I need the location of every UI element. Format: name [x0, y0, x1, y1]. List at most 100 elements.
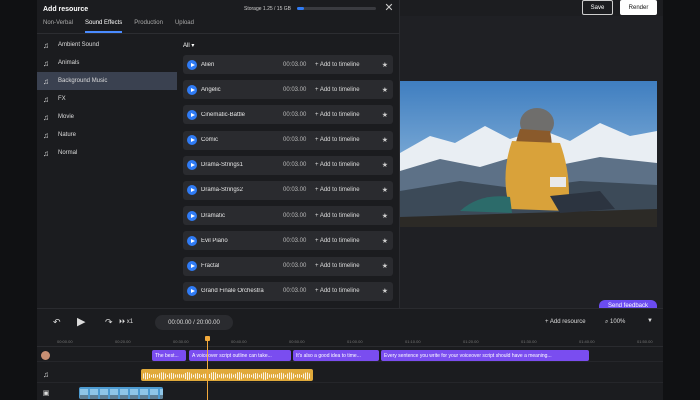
waveform-bar: [143, 373, 144, 379]
zoom-control[interactable]: ⌕ 100%: [605, 319, 625, 326]
track-name: Evil Piano: [201, 237, 228, 244]
category-item[interactable]: ♫ Movie: [37, 108, 177, 126]
chevron-down-icon: ▾: [191, 43, 195, 49]
waveform-bar: [261, 373, 262, 379]
play-icon[interactable]: [187, 185, 197, 196]
timeline-controls: ↶ ▶ ↷ ⏵⏵ x1 00:00.00 / 20:00.00 + Add re…: [37, 309, 663, 337]
waveform-bar: [233, 374, 234, 378]
star-icon[interactable]: ★: [382, 212, 388, 220]
star-icon[interactable]: ★: [382, 161, 388, 169]
waveform-bar: [153, 374, 154, 378]
track-row[interactable]: Drama-Strings2 00:03.00 + Add to timeline ★: [183, 180, 393, 200]
star-icon[interactable]: ★: [382, 262, 388, 270]
add-to-timeline-button[interactable]: + Add to timeline: [315, 162, 385, 168]
frame-left: [0, 0, 37, 400]
waveform-bar: [163, 372, 164, 380]
play-icon[interactable]: [187, 235, 197, 246]
track-row[interactable]: Angelic 00:03.00 + Add to timeline ★: [183, 80, 393, 100]
add-to-timeline-button[interactable]: + Add to timeline: [315, 213, 385, 219]
save-button[interactable]: Save: [582, 0, 613, 15]
play-icon[interactable]: [187, 210, 197, 221]
play-icon[interactable]: [187, 135, 197, 146]
waveform-bar: [235, 373, 236, 379]
waveform-bar: [151, 374, 152, 378]
star-icon[interactable]: ★: [382, 186, 388, 194]
category-item[interactable]: ♫ Ambient Sound: [37, 36, 177, 54]
category-item[interactable]: ♫ Normal: [37, 144, 177, 162]
audio-clip[interactable]: [141, 369, 313, 381]
star-icon[interactable]: ★: [382, 136, 388, 144]
star-icon[interactable]: ★: [382, 237, 388, 245]
video-thumbnail-ground: [80, 395, 88, 399]
speed-label: x1: [126, 319, 134, 325]
star-icon[interactable]: ★: [382, 111, 388, 119]
waveform-bar: [247, 373, 248, 379]
timeline-ruler[interactable]: 00:00.00 00:20.00 00:30.00 00:40.00 00:50.00…: [37, 337, 663, 347]
music-note-icon: ♫: [43, 370, 49, 379]
play-icon[interactable]: [187, 109, 197, 120]
track-row[interactable]: Evil Piano 00:03.00 + Add to timeline ★: [183, 231, 393, 251]
close-icon[interactable]: ✕: [383, 2, 395, 14]
play-icon[interactable]: [187, 59, 197, 70]
chevron-down-icon[interactable]: ▼: [647, 318, 653, 324]
play-icon[interactable]: ▶: [77, 315, 85, 328]
undo-icon[interactable]: ↶: [53, 317, 61, 328]
add-to-timeline-button[interactable]: + Add to timeline: [315, 187, 385, 193]
add-to-timeline-button[interactable]: + Add to timeline: [315, 112, 385, 118]
tab-production[interactable]: Production: [134, 20, 163, 33]
track-row[interactable]: Fractal 00:03.00 + Add to timeline ★: [183, 256, 393, 276]
redo-icon[interactable]: ↷: [105, 317, 113, 328]
video-clip[interactable]: [79, 387, 163, 399]
track-row[interactable]: Dramatic 00:03.00 + Add to timeline ★: [183, 206, 393, 226]
playhead-handle[interactable]: [205, 336, 210, 341]
star-icon[interactable]: ★: [382, 287, 388, 295]
track-duration: 00:03.00: [283, 162, 307, 169]
add-to-timeline-button[interactable]: + Add to timeline: [315, 263, 385, 269]
category-item-active[interactable]: ♫ Background Music: [37, 72, 177, 90]
waveform-bar: [299, 374, 300, 378]
add-to-timeline-button[interactable]: + Add to timeline: [315, 62, 385, 68]
render-button[interactable]: Render: [620, 0, 657, 15]
waveform-bar: [271, 374, 272, 378]
add-to-timeline-button[interactable]: + Add to timeline: [315, 137, 385, 143]
track-duration: 00:03.00: [283, 263, 307, 269]
star-icon[interactable]: ★: [382, 86, 388, 94]
voiceover-clip[interactable]: It's also a good idea to time...: [293, 350, 379, 361]
tab-non-verbal[interactable]: Non-Verbal: [43, 20, 73, 33]
play-icon[interactable]: [187, 160, 197, 171]
waveform-bar: [221, 373, 222, 379]
play-icon[interactable]: [187, 261, 197, 271]
track-row[interactable]: Grand Finale Orchestra 00:03.00 + Add to t…: [183, 281, 393, 301]
add-to-timeline-button[interactable]: + Add to timeline: [315, 238, 385, 244]
category-item[interactable]: ♫ FX: [37, 90, 177, 108]
waveform-bar: [229, 373, 230, 379]
track-row[interactable]: Comic 00:03.00 + Add to timeline ★: [183, 130, 393, 150]
track-duration: 00:03.00: [283, 212, 307, 219]
voiceover-clip[interactable]: A voiceover script outline can take...: [189, 350, 291, 361]
add-to-timeline-button[interactable]: + Add to timeline: [315, 87, 385, 93]
track-row[interactable]: Alien 00:03.00 + Add to timeline ★: [183, 55, 393, 74]
play-icon[interactable]: [187, 286, 197, 297]
star-icon[interactable]: ★: [382, 61, 388, 69]
waveform-bar: [155, 374, 156, 378]
track-name: Dramatic: [201, 212, 226, 219]
add-to-timeline-button[interactable]: + Add to timeline: [315, 288, 385, 294]
play-icon[interactable]: [187, 84, 197, 95]
speed-control[interactable]: ⏵⏵ x1: [119, 319, 133, 326]
category-item[interactable]: ♫ Animals: [37, 54, 177, 72]
tab-sound-effects[interactable]: Sound Effects: [85, 20, 123, 33]
filter-dropdown[interactable]: All ▾: [183, 42, 194, 49]
waveform-bar: [309, 373, 310, 379]
video-thumbnail-ground: [150, 395, 158, 399]
track-name: Fractal: [201, 263, 220, 269]
tab-upload[interactable]: Upload: [175, 20, 194, 33]
voiceover-clip[interactable]: Every sentence you write for your voiceo…: [381, 350, 589, 361]
video-preview[interactable]: [400, 81, 657, 227]
track-row[interactable]: Drama-Strings1 00:03.00 + Add to timeline ★: [183, 155, 393, 175]
playhead[interactable]: [207, 337, 208, 400]
add-resource-button[interactable]: + Add resource: [545, 319, 586, 325]
category-item[interactable]: ♫ Nature: [37, 126, 177, 144]
voiceover-clip[interactable]: The best...: [152, 350, 186, 361]
music-note-icon: ♫: [43, 130, 49, 140]
track-row[interactable]: Cinematic-Battle 00:03.00 + Add to timelin…: [183, 105, 393, 125]
